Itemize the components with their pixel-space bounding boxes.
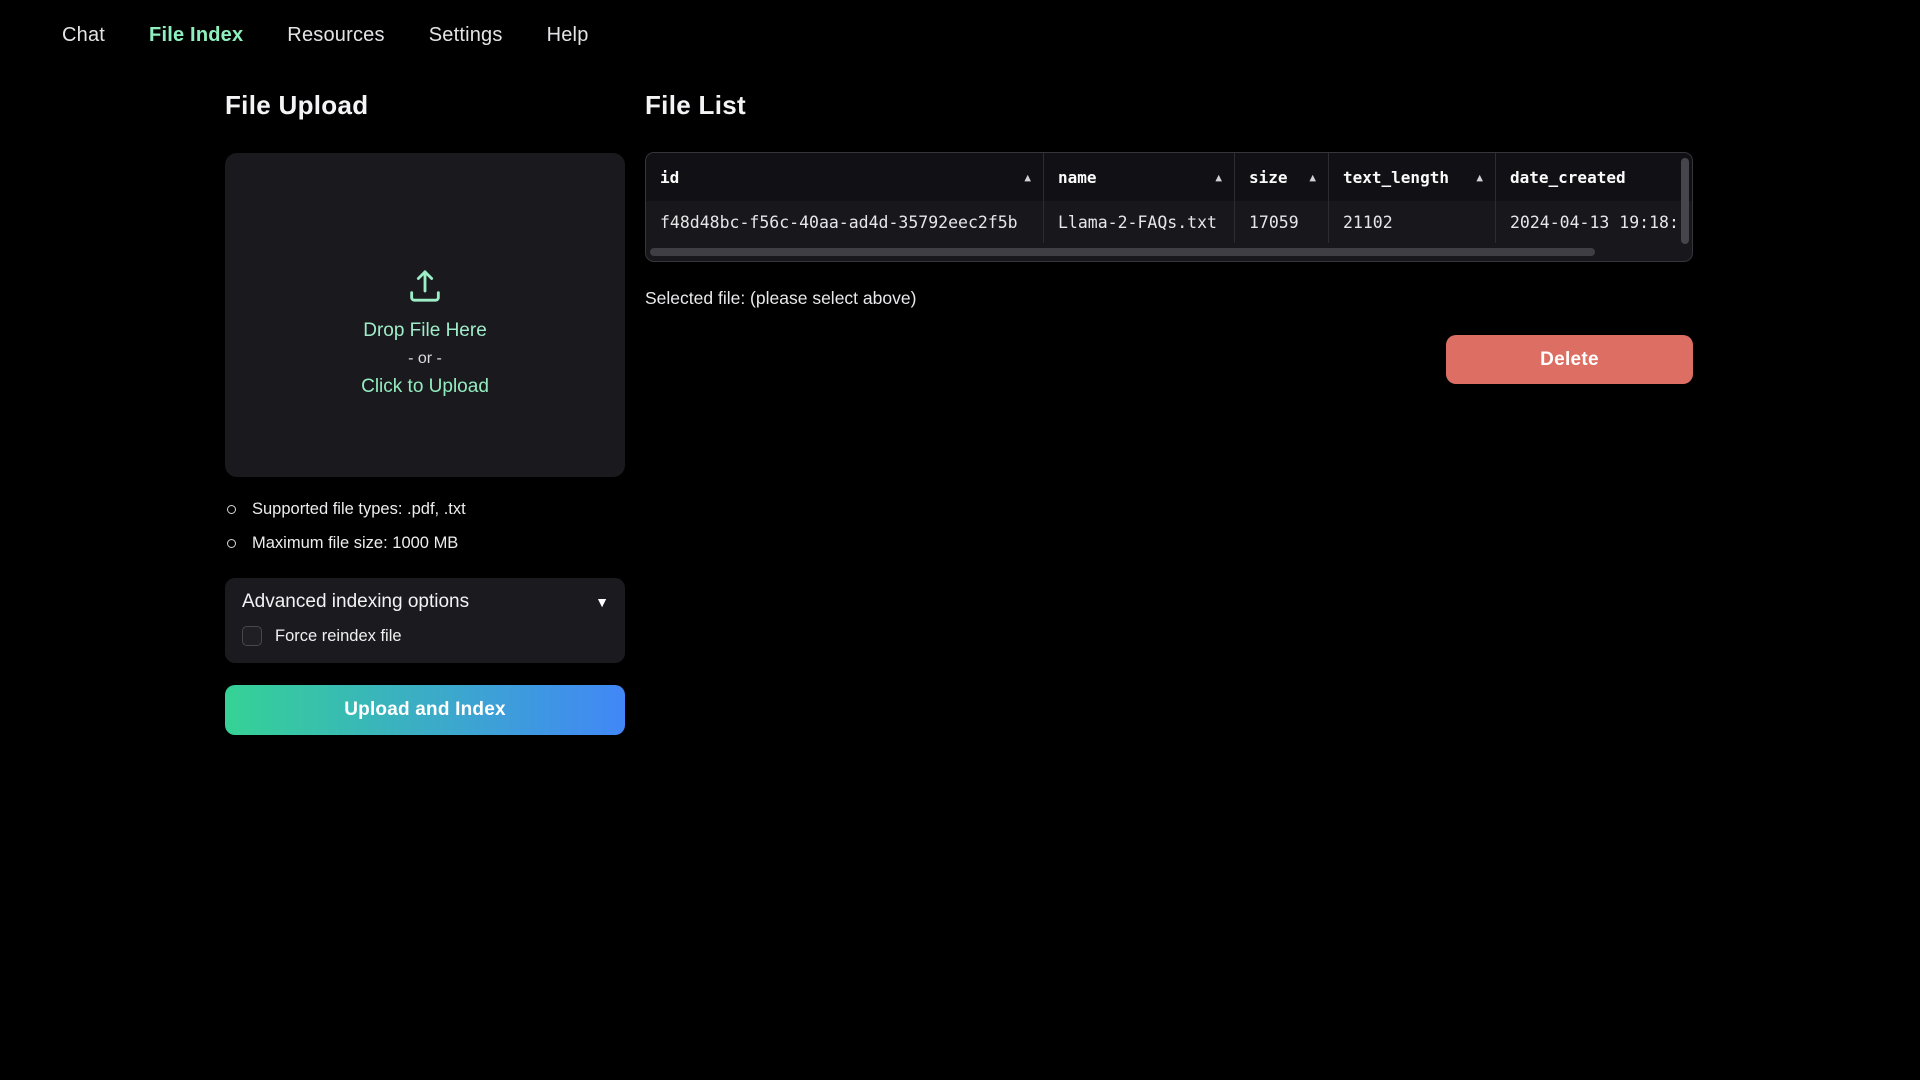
sort-asc-icon[interactable]: ▲ [1309, 171, 1316, 184]
selected-file-status: Selected file: (please select above) [645, 288, 916, 309]
click-to-upload-link[interactable]: Click to Upload [361, 376, 489, 398]
cell-date-created[interactable]: 2024-04-13 19:18: [1496, 201, 1693, 243]
sort-asc-icon[interactable]: ▲ [1215, 171, 1222, 184]
accordion-header[interactable]: Advanced indexing options ▼ [242, 591, 609, 613]
advanced-options-accordion: Advanced indexing options ▼ Force reinde… [225, 578, 625, 663]
note-text: Supported file types: .pdf, .txt [252, 500, 466, 519]
tab-resources[interactable]: Resources [287, 24, 384, 47]
bullet-icon [227, 505, 236, 514]
col-header-id[interactable]: id ▲ [646, 153, 1044, 201]
upload-icon [405, 266, 445, 306]
cell-name[interactable]: Llama-2-FAQs.txt [1044, 201, 1235, 243]
file-table: id ▲ name ▲ size ▲ text_length ▲ date_cr… [645, 152, 1693, 262]
col-label: text_length [1343, 168, 1449, 187]
note-text: Maximum file size: 1000 MB [252, 534, 458, 553]
accordion-title: Advanced indexing options [242, 591, 469, 613]
col-header-text-length[interactable]: text_length ▲ [1329, 153, 1496, 201]
table-header-row: id ▲ name ▲ size ▲ text_length ▲ date_cr… [646, 153, 1693, 201]
col-header-name[interactable]: name ▲ [1044, 153, 1235, 201]
col-label: date_created [1510, 168, 1626, 187]
or-label: - or - [408, 350, 442, 368]
chevron-down-icon[interactable]: ▼ [595, 594, 609, 610]
file-list-title: File List [645, 90, 746, 121]
horizontal-scrollbar-thumb[interactable] [650, 248, 1595, 256]
note-max-size: Maximum file size: 1000 MB [227, 534, 625, 553]
col-header-size[interactable]: size ▲ [1235, 153, 1329, 201]
sort-asc-icon[interactable]: ▲ [1024, 171, 1031, 184]
col-label: name [1058, 168, 1097, 187]
delete-button[interactable]: Delete [1446, 335, 1693, 384]
drop-file-here-label: Drop File Here [363, 320, 487, 342]
force-reindex-row: Force reindex file [242, 626, 609, 646]
tab-help[interactable]: Help [547, 24, 589, 47]
table-row[interactable]: f48d48bc-f56c-40aa-ad4d-35792eec2f5b Lla… [646, 201, 1693, 243]
upload-notes: Supported file types: .pdf, .txt Maximum… [227, 500, 625, 568]
horizontal-scrollbar[interactable] [650, 248, 1680, 256]
upload-and-index-button[interactable]: Upload and Index [225, 685, 625, 735]
file-dropzone[interactable]: Drop File Here - or - Click to Upload [225, 153, 625, 477]
vertical-scrollbar-thumb[interactable] [1681, 158, 1689, 244]
bullet-icon [227, 539, 236, 548]
note-supported-types: Supported file types: .pdf, .txt [227, 500, 625, 519]
col-header-date-created[interactable]: date_created [1496, 153, 1693, 201]
cell-id[interactable]: f48d48bc-f56c-40aa-ad4d-35792eec2f5b [646, 201, 1044, 243]
col-label: size [1249, 168, 1288, 187]
top-nav: Chat File Index Resources Settings Help [0, 0, 1920, 70]
tab-chat[interactable]: Chat [62, 24, 105, 47]
sort-asc-icon[interactable]: ▲ [1476, 171, 1483, 184]
force-reindex-checkbox[interactable] [242, 626, 262, 646]
col-label: id [660, 168, 679, 187]
tab-file-index[interactable]: File Index [149, 24, 243, 47]
file-upload-title: File Upload [225, 90, 625, 121]
tab-settings[interactable]: Settings [429, 24, 503, 47]
force-reindex-label: Force reindex file [275, 627, 402, 646]
cell-size[interactable]: 17059 [1235, 201, 1329, 243]
cell-text-length[interactable]: 21102 [1329, 201, 1496, 243]
